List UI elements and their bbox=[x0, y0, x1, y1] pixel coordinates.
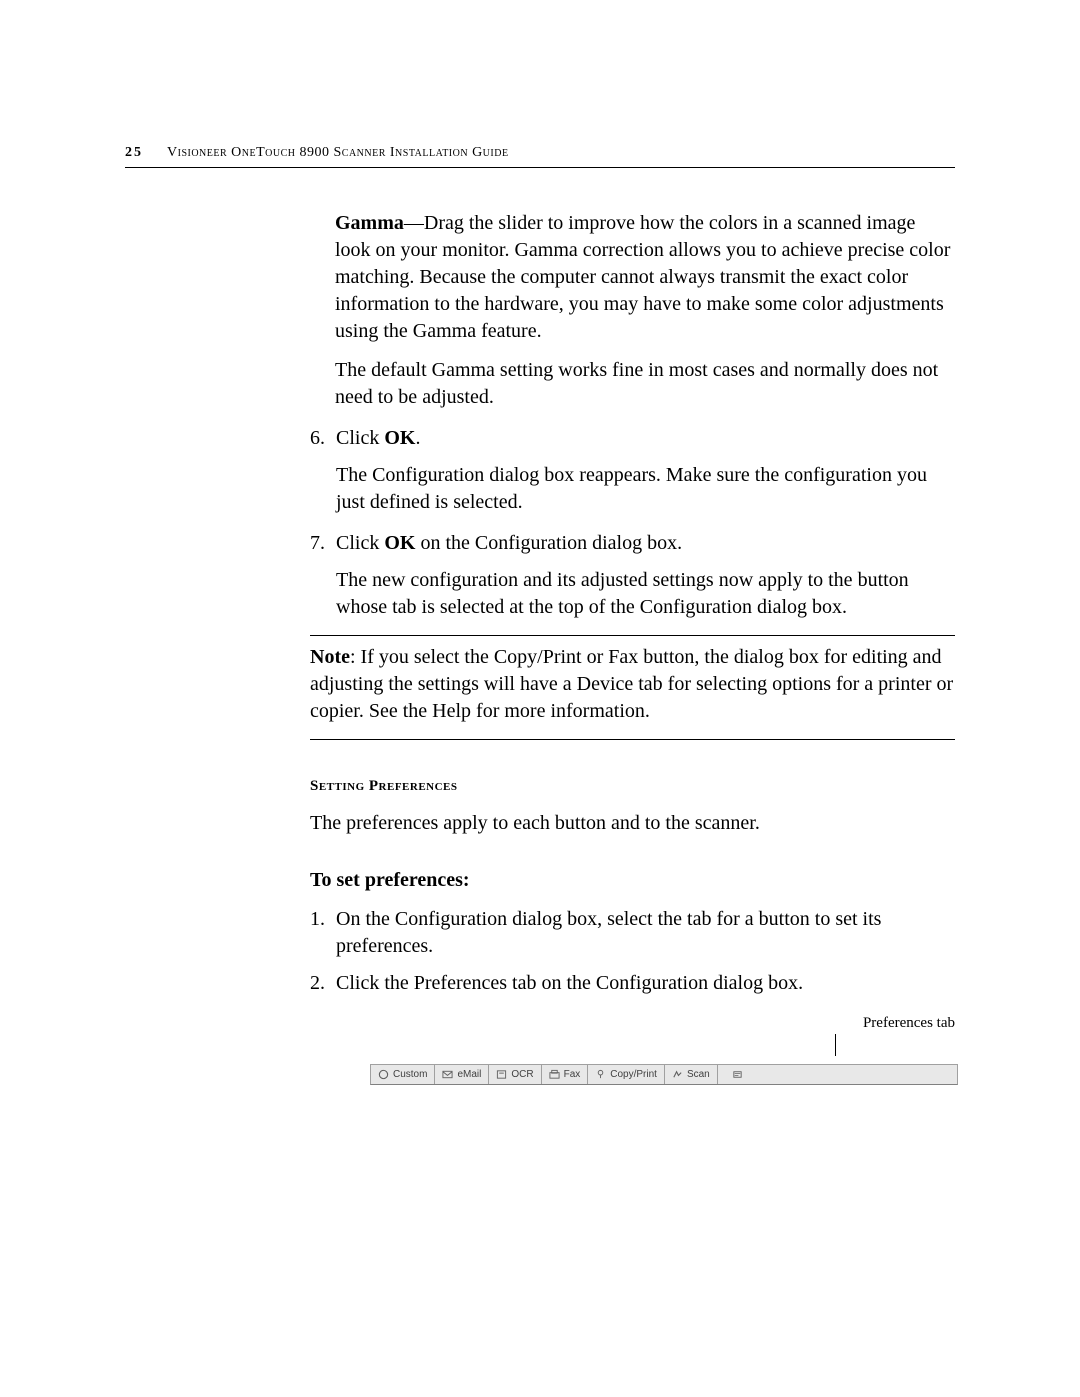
note-text: : If you select the Copy/Print or Fax bu… bbox=[310, 646, 953, 722]
gamma-default-note: The default Gamma setting works fine in … bbox=[335, 357, 953, 411]
body-column: Gamma—Drag the slider to improve how the… bbox=[335, 210, 953, 411]
figure-caption: Preferences tab bbox=[310, 1015, 955, 1032]
guide-title: Visioneer OneTouch 8900 Scanner Installa… bbox=[167, 145, 509, 160]
note-label: Note bbox=[310, 646, 350, 668]
note-paragraph: Note: If you select the Copy/Print or Fa… bbox=[310, 644, 955, 725]
steps-column: 6. Click OK. The Configuration dialog bo… bbox=[310, 425, 955, 997]
tab-email-label: eMail bbox=[457, 1069, 481, 1080]
tab-custom-label: Custom bbox=[393, 1069, 427, 1080]
copy-print-icon bbox=[595, 1069, 606, 1080]
pref-step-1-num: 1. bbox=[310, 906, 336, 960]
gamma-paragraph: Gamma—Drag the slider to improve how the… bbox=[335, 210, 953, 345]
step-7-text: Click OK on the Configuration dialog box… bbox=[336, 530, 955, 557]
step-6: 6. Click OK. bbox=[310, 425, 955, 452]
tab-email[interactable]: eMail bbox=[435, 1065, 489, 1084]
gamma-label: Gamma bbox=[335, 212, 404, 234]
page: 25 Visioneer OneTouch 8900 Scanner Insta… bbox=[125, 145, 955, 1085]
pref-step-2-text: Click the Preferences tab on the Configu… bbox=[336, 970, 955, 997]
fax-icon bbox=[549, 1069, 560, 1080]
tab-scan-label: Scan bbox=[687, 1069, 710, 1080]
step-7-follow: The new configuration and its adjusted s… bbox=[310, 567, 955, 621]
running-header: 25 Visioneer OneTouch 8900 Scanner Insta… bbox=[125, 145, 955, 161]
pref-step-2-num: 2. bbox=[310, 970, 336, 997]
step-7: 7. Click OK on the Configuration dialog … bbox=[310, 530, 955, 557]
step-6-text: Click OK. bbox=[336, 425, 955, 452]
caption-leader-line bbox=[835, 1034, 836, 1056]
scan-icon bbox=[672, 1069, 683, 1080]
pref-step-1: 1. On the Configuration dialog box, sele… bbox=[310, 906, 955, 960]
config-tabbar: Custom eMail OCR Fax bbox=[370, 1064, 958, 1085]
tab-ocr[interactable]: OCR bbox=[489, 1065, 541, 1084]
step-6-num: 6. bbox=[310, 425, 336, 452]
tab-ocr-label: OCR bbox=[511, 1069, 533, 1080]
custom-icon bbox=[378, 1069, 389, 1080]
step-6-follow: The Configuration dialog box reappears. … bbox=[310, 462, 955, 516]
gamma-desc: —Drag the slider to improve how the colo… bbox=[335, 212, 950, 342]
tab-fax-label: Fax bbox=[564, 1069, 581, 1080]
note-rule-bottom bbox=[310, 739, 955, 740]
page-number: 25 bbox=[125, 145, 143, 160]
pref-step-1-text: On the Configuration dialog box, select … bbox=[336, 906, 955, 960]
prefs-intro: The preferences apply to each button and… bbox=[310, 810, 955, 837]
tab-preferences[interactable] bbox=[718, 1065, 758, 1084]
section-heading: Setting Preferences bbox=[310, 776, 955, 796]
preferences-icon bbox=[732, 1069, 743, 1080]
tab-copy-print-label: Copy/Print bbox=[610, 1069, 657, 1080]
tabbar-figure: Custom eMail OCR Fax bbox=[370, 1064, 958, 1085]
prefs-subhead: To set preferences: bbox=[310, 867, 955, 894]
tab-copy-print[interactable]: Copy/Print bbox=[588, 1065, 665, 1084]
tab-custom[interactable]: Custom bbox=[371, 1065, 435, 1084]
email-icon bbox=[442, 1069, 453, 1080]
header-rule bbox=[125, 167, 955, 168]
pref-step-2: 2. Click the Preferences tab on the Conf… bbox=[310, 970, 955, 997]
step-7-num: 7. bbox=[310, 530, 336, 557]
tab-scan[interactable]: Scan bbox=[665, 1065, 718, 1084]
ocr-icon bbox=[496, 1069, 507, 1080]
tab-fax[interactable]: Fax bbox=[542, 1065, 589, 1084]
note-rule-top bbox=[310, 635, 955, 636]
